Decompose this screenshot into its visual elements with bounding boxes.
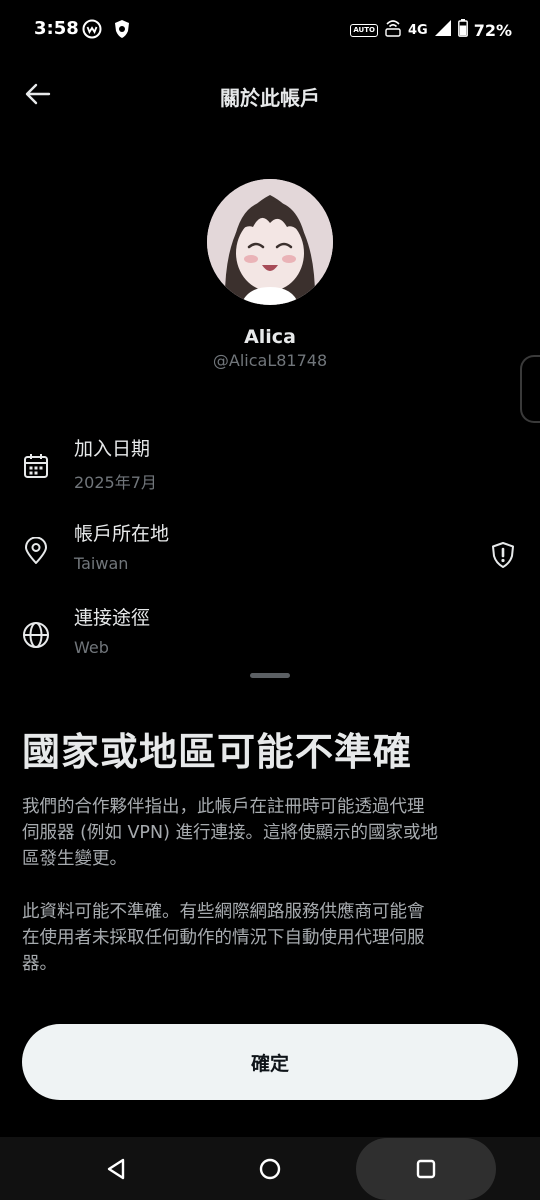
info-row-connected-via: 連接途徑 Web [0,603,540,667]
sheet-paragraph-2: 此資料可能不準確。有些網際網路服務供應商可能會 在使用者未採取任何動作的情況下自… [22,899,522,977]
nav-home-button[interactable] [244,1137,296,1200]
location-pin-icon [22,537,50,565]
page-title: 關於此帳戶 [220,86,320,110]
status-indicators: AUTO 4G 72% [350,18,512,42]
sheet-drag-handle[interactable] [250,673,290,678]
recents-square-icon [416,1159,436,1178]
paragraph-line: 此資料可能不準確。有些網際網路服務供應商可能會 [22,902,425,922]
paragraph-line: 伺服器 (例如 VPN) 進行連接。這將使顯示的國家或地 [22,823,438,843]
avatar-image [207,179,333,305]
signal-icon [434,19,452,41]
info-label: 帳戶所在地 [74,523,170,545]
network-4g-icon: 4G [407,22,428,38]
info-value: 2025年7月 [74,473,157,492]
nav-recents-button[interactable] [400,1137,452,1200]
shield-alert-icon[interactable] [490,541,516,569]
avatar[interactable] [207,179,333,305]
top-bar: 關於此帳戶 [0,60,540,132]
confirm-button[interactable]: 確定 [22,1024,518,1100]
home-circle-icon [259,1158,281,1179]
webtoon-icon [82,19,102,39]
system-nav-bar [0,1137,540,1200]
calendar-icon [22,452,50,480]
vowifi-icon [384,18,402,42]
auto-icon: AUTO [350,23,378,37]
nav-back-button[interactable] [90,1137,142,1200]
status-time: 3:58 [34,18,79,39]
paragraph-line: 區發生變更。 [22,849,127,869]
info-label: 加入日期 [74,438,151,460]
back-triangle-icon [107,1158,125,1179]
info-row-account-location: 帳戶所在地 Taiwan [0,519,540,583]
sheet-paragraph-1: 我們的合作夥伴指出，此帳戶在註冊時可能透過代理 伺服器 (例如 VPN) 進行連… [22,794,522,872]
info-value: Taiwan [74,554,129,573]
info-label: 連接途徑 [74,607,151,629]
user-handle: @AlicaL81748 [212,351,328,370]
bottom-sheet: 國家或地區可能不準確 我們的合作夥伴指出，此帳戶在註冊時可能透過代理 伺服器 (… [0,664,540,1136]
status-bar: 3:58 AUTO 4G 72% [0,0,540,60]
shield-app-icon [112,19,132,39]
battery-percent: 72% [473,20,512,40]
sheet-title: 國家或地區可能不準確 [22,730,413,774]
paragraph-line: 器。 [22,954,57,974]
paragraph-line: 在使用者未採取任何動作的情況下自動使用代理伺服 [22,928,425,948]
display-name: Alica [244,326,296,348]
battery-icon [457,19,468,41]
info-value: Web [74,638,109,657]
info-row-join-date: 加入日期 2025年7月 [0,434,540,498]
paragraph-line: 我們的合作夥伴指出，此帳戶在註冊時可能透過代理 [22,797,425,817]
edge-panel-handle[interactable] [520,355,540,423]
globe-icon [22,621,50,649]
